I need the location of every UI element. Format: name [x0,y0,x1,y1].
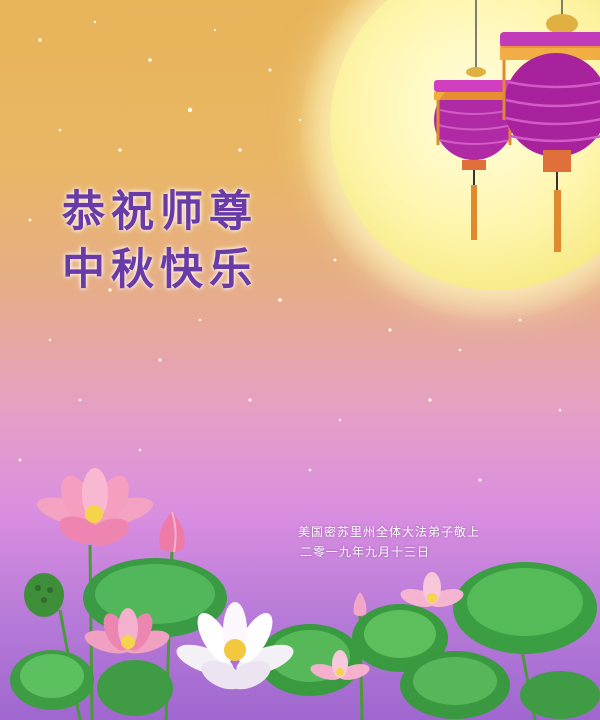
lotus-leaf-icon [10,650,94,710]
signature-block: 美国密苏里州全体大法弟子敬上 二零一九年九月十三日 [298,522,480,562]
lotus-leaf-icon [520,671,600,719]
lotus-bud-icon [353,592,367,616]
signature-sender: 美国密苏里州全体大法弟子敬上 [298,525,481,539]
lotus-flower-icon [37,468,153,546]
lotus-seedpod-icon [24,573,64,617]
greeting-card: 恭祝师尊 中秋快乐 美国密苏里州全体大法弟子敬上 二零一九年九月十三日 [0,0,600,720]
lotus-pond [10,468,600,720]
lotus-leaf-icon [97,660,173,716]
lotus-leaf-icon [453,562,597,654]
signature-date: 二零一九年九月十三日 [300,545,431,559]
lotus-bud-icon [159,511,185,553]
lotus-leaf-icon [400,651,510,719]
